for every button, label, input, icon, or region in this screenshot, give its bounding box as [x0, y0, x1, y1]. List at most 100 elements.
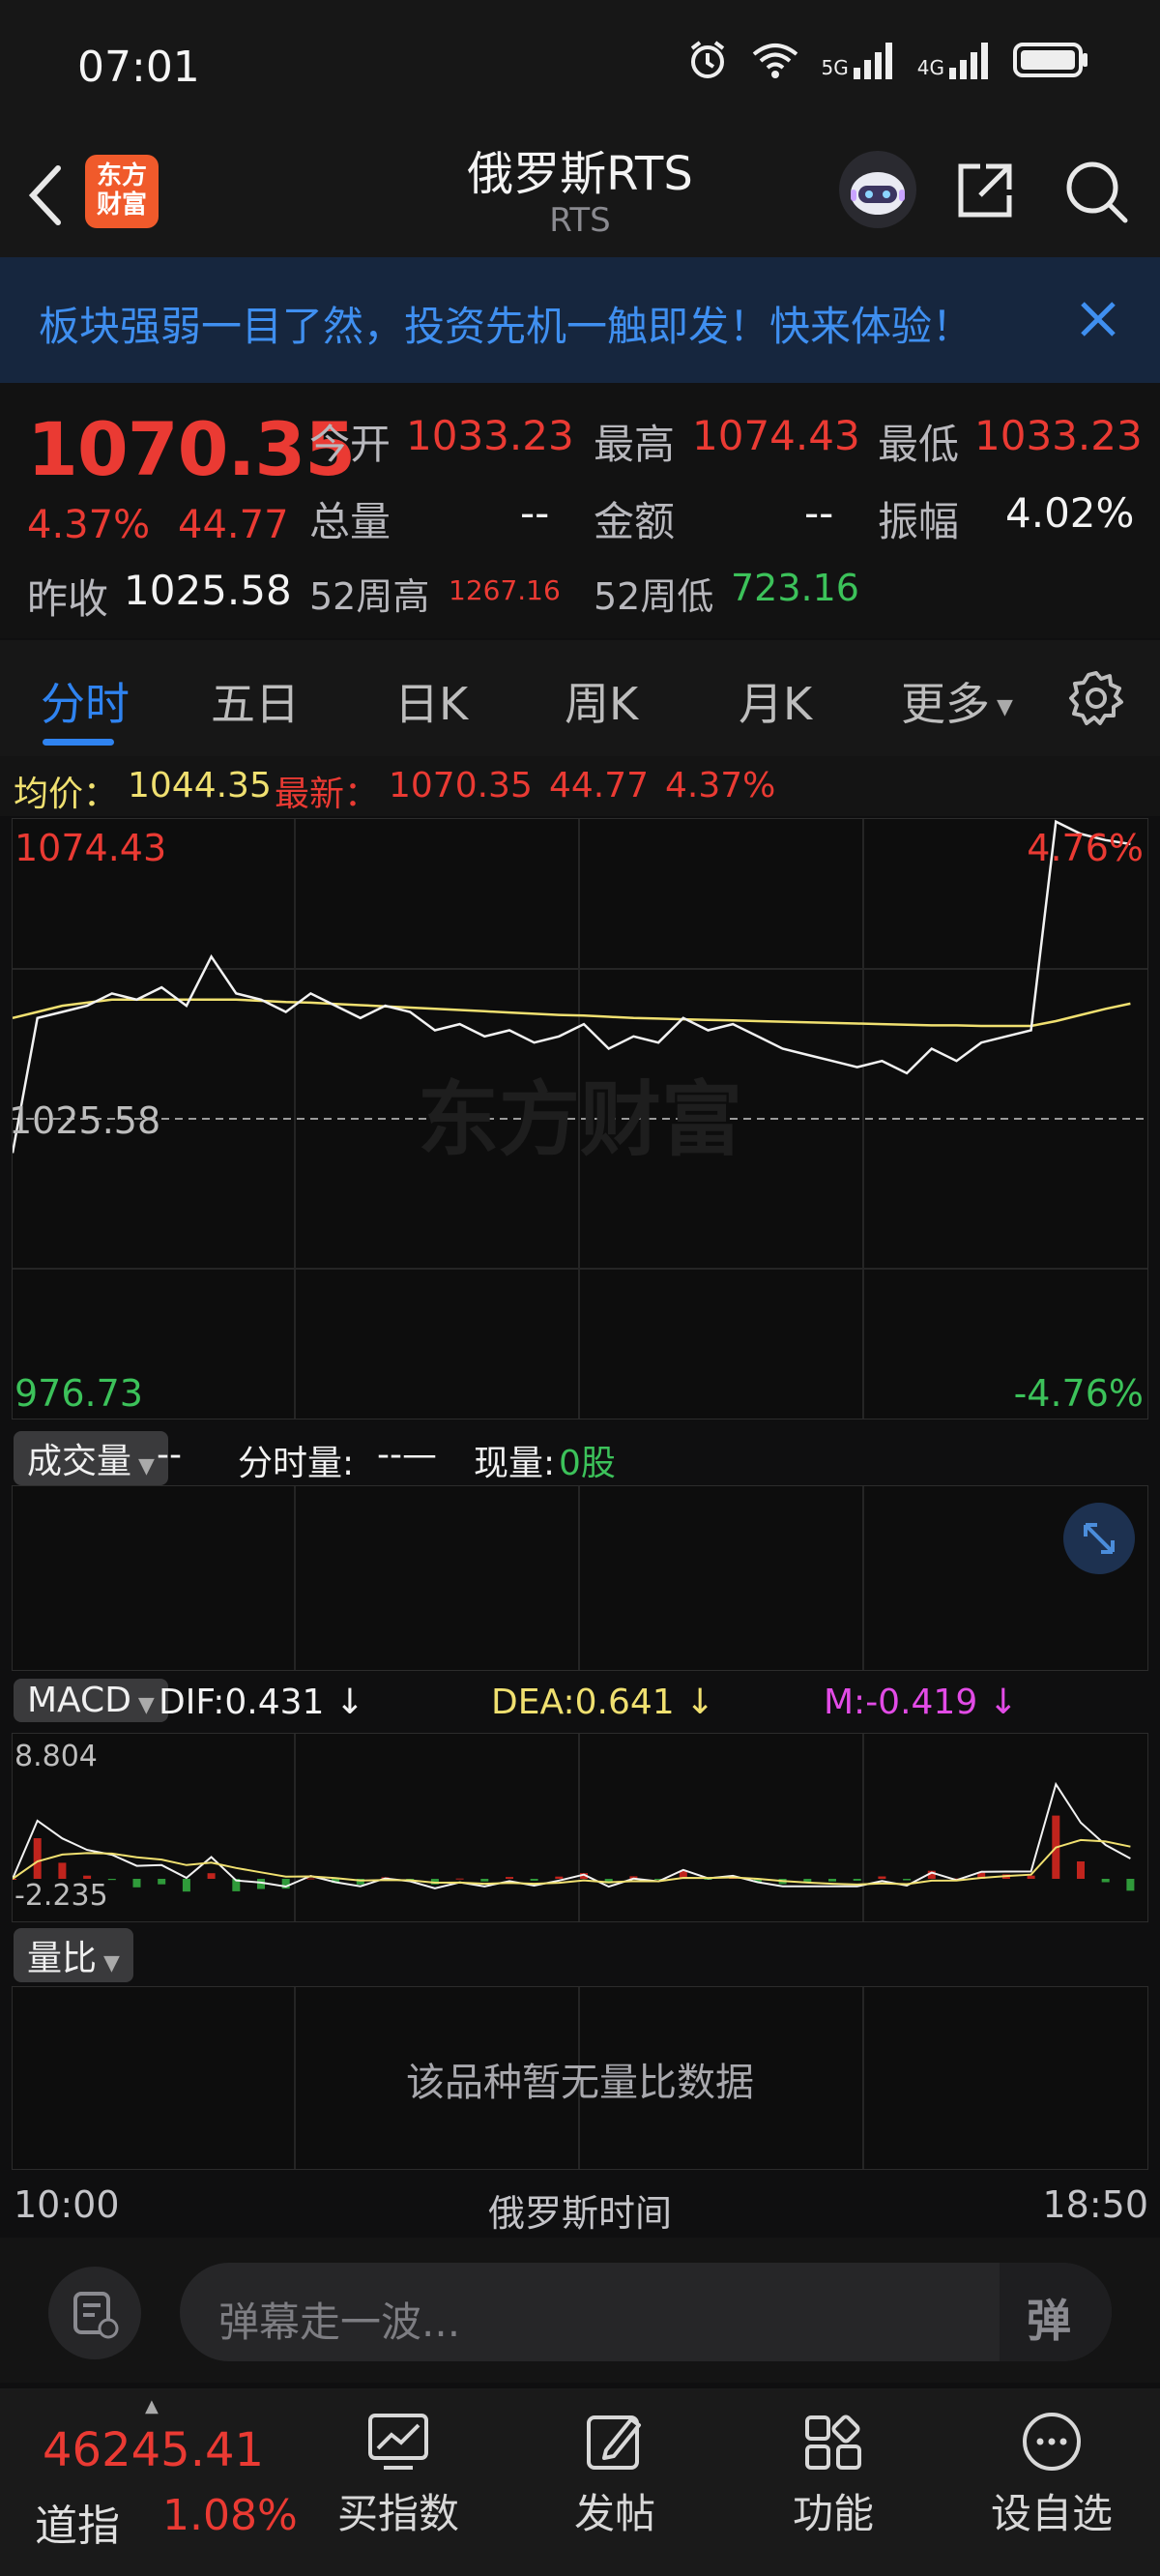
m-value: M:-0.419 ↓: [824, 1683, 1018, 1722]
w52-low-value: 723.16: [731, 567, 859, 609]
fenshi-volume-value: --—: [377, 1435, 437, 1475]
volume-dash: --: [157, 1435, 182, 1475]
latest-pct: 4.37%: [665, 766, 776, 805]
signal-4g-icon: 4G: [917, 41, 992, 79]
high-value: 1074.43: [692, 412, 860, 459]
tab-fenshi[interactable]: 分时: [41, 669, 130, 733]
bottom-tabbar: ▲ 46245.41 道指 1.08% 买指数 发帖 功能 设自选: [0, 2388, 1160, 2576]
tab-five-day[interactable]: 五日: [211, 669, 300, 733]
prev-close-value: 1025.58: [124, 567, 292, 614]
ratio-chip-label: 量比: [27, 1939, 98, 1978]
battery-icon: [1013, 43, 1088, 77]
dea-value: DEA:0.641 ↓: [491, 1683, 715, 1722]
close-icon[interactable]: [1071, 292, 1125, 346]
amplitude-value: 4.02%: [1005, 489, 1135, 537]
high-label: 最高: [594, 421, 676, 468]
ratio-empty-text: 该品种暂无量比数据: [406, 2061, 754, 2105]
danmaku-settings-button[interactable]: [48, 2267, 141, 2359]
watermark: 东方财富: [418, 1072, 742, 1167]
macd-bar: [530, 1879, 538, 1881]
danmaku-bar: 弹幕走一波... 弹: [0, 2238, 1160, 2383]
tab-buy-index-label: 买指数: [336, 2490, 459, 2537]
search-icon[interactable]: [1061, 157, 1131, 226]
macd-bar: [903, 1879, 912, 1881]
danmaku-settings-icon: [73, 2292, 119, 2339]
tab-more[interactable]: 更多 ▼: [901, 669, 1013, 733]
w52-high-value: 1267.16: [449, 574, 561, 606]
settings-gear-icon[interactable]: [1067, 669, 1125, 727]
signal-5g-icon: 5G: [822, 41, 896, 79]
chart-trend-icon: [368, 2414, 428, 2470]
expand-icon[interactable]: [1062, 1502, 1136, 1575]
promo-banner[interactable]: 板块强弱一目了然，投资先机一触即发！快来体验！: [0, 257, 1160, 383]
tab-buy-index[interactable]: 买指数: [302, 2388, 495, 2540]
change-amount: 44.77: [178, 503, 289, 547]
macd-bar: [306, 1878, 315, 1880]
macd-bar: [455, 1878, 464, 1880]
index-ticker[interactable]: ▲ 46245.41 道指 1.08%: [0, 2388, 309, 2576]
tab-more-caret-icon: ▼: [990, 695, 1013, 719]
pct-bottom-label: -4.76%: [1013, 1372, 1144, 1415]
macd-bar: [480, 1879, 489, 1882]
caret-up-icon: ▲: [145, 2396, 159, 2416]
amplitude-label: 振幅: [878, 498, 960, 545]
period-tabs: 分时 五日 日K 周K 月K 更多 ▼: [0, 640, 1160, 756]
latest-label: 最新：: [275, 775, 380, 814]
tab-weekly-k[interactable]: 周K: [565, 669, 638, 733]
macd-bar: [878, 1876, 886, 1879]
prev-close-label: 昨收: [27, 575, 109, 623]
ratio-chart: 该品种暂无量比数据: [12, 1986, 1148, 2170]
danmaku-input[interactable]: 弹幕走一波... 弹: [180, 2263, 1112, 2361]
macd-chip-label: MACD: [27, 1681, 131, 1720]
macd-bar: [158, 1879, 166, 1885]
macd-bar: [107, 1879, 116, 1881]
macd-y-bottom: -2.235: [14, 1879, 108, 1913]
macd-selector[interactable]: MACD ▼: [14, 1679, 168, 1722]
tab-functions[interactable]: 功能: [737, 2388, 930, 2540]
header: 东方 财富 俄罗斯RTS RTS: [0, 135, 1160, 257]
w52-high-label: 52周高: [309, 575, 430, 618]
tab-daily-k[interactable]: 日K: [394, 669, 468, 733]
share-icon[interactable]: [951, 157, 1019, 224]
tab-post[interactable]: 发帖: [518, 2388, 711, 2540]
macd-bar: [182, 1879, 190, 1892]
dif-line: [13, 1781, 1131, 1889]
open-value: 1033.23: [406, 412, 574, 459]
latest-change: 44.77: [549, 766, 650, 805]
tab-monthly-k[interactable]: 月K: [739, 669, 812, 733]
index-value: 46245.41: [43, 2423, 265, 2477]
macd-bar: [1077, 1861, 1085, 1879]
more-dots-icon: [1023, 2413, 1081, 2471]
danmaku-placeholder: 弹幕走一波...: [218, 2298, 461, 2346]
volume-selector[interactable]: 成交量 ▼: [14, 1431, 168, 1485]
banner-text: 板块强弱一目了然，投资先机一触即发！快来体验！: [39, 303, 973, 350]
low-value: 1033.23: [974, 412, 1143, 459]
pct-top-label: 4.76%: [1027, 827, 1144, 869]
macd-chart: 8.804 -2.235: [12, 1733, 1148, 1922]
macd-bar: [828, 1879, 836, 1882]
danmaku-toggle[interactable]: 弹: [1000, 2263, 1112, 2361]
status-bar: 07:01 5G 4G: [0, 0, 1160, 135]
macd-bar: [1101, 1879, 1110, 1883]
grid-apps-icon: [805, 2415, 861, 2470]
y-mid-label: 1025.58: [9, 1099, 161, 1142]
macd-bar: [1027, 1875, 1035, 1879]
assistant-robot-icon[interactable]: [837, 149, 918, 230]
avg-value: 1044.35: [128, 766, 272, 805]
chevron-down-icon: ▼: [130, 1693, 155, 1717]
avg-price-line: [13, 998, 1131, 1028]
tab-post-label: 发帖: [573, 2490, 655, 2537]
ratio-selector[interactable]: 量比 ▼: [14, 1928, 133, 1982]
volume-chip-label: 成交量: [27, 1442, 132, 1481]
tab-add-watchlist[interactable]: 设自选: [955, 2388, 1148, 2540]
index-pct: 1.08%: [162, 2491, 298, 2540]
amount-label: 金额: [594, 498, 676, 545]
volume-chart: [12, 1485, 1148, 1671]
wifi-icon: [752, 44, 798, 78]
intraday-chart[interactable]: 东方财富 1074.43 1025.58 976.73 4.76% -4.76%: [9, 818, 1148, 1420]
macd-header: MACD ▼ DIF:0.431 ↓ DEA:0.641 ↓ M:-0.419 …: [14, 1677, 1154, 1729]
danmaku-toggle-icon: 弹: [1027, 2295, 1071, 2347]
chevron-down-icon: ▼: [131, 1454, 155, 1478]
macd-bar: [506, 1877, 513, 1879]
chevron-down-icon: ▼: [97, 1951, 120, 1976]
